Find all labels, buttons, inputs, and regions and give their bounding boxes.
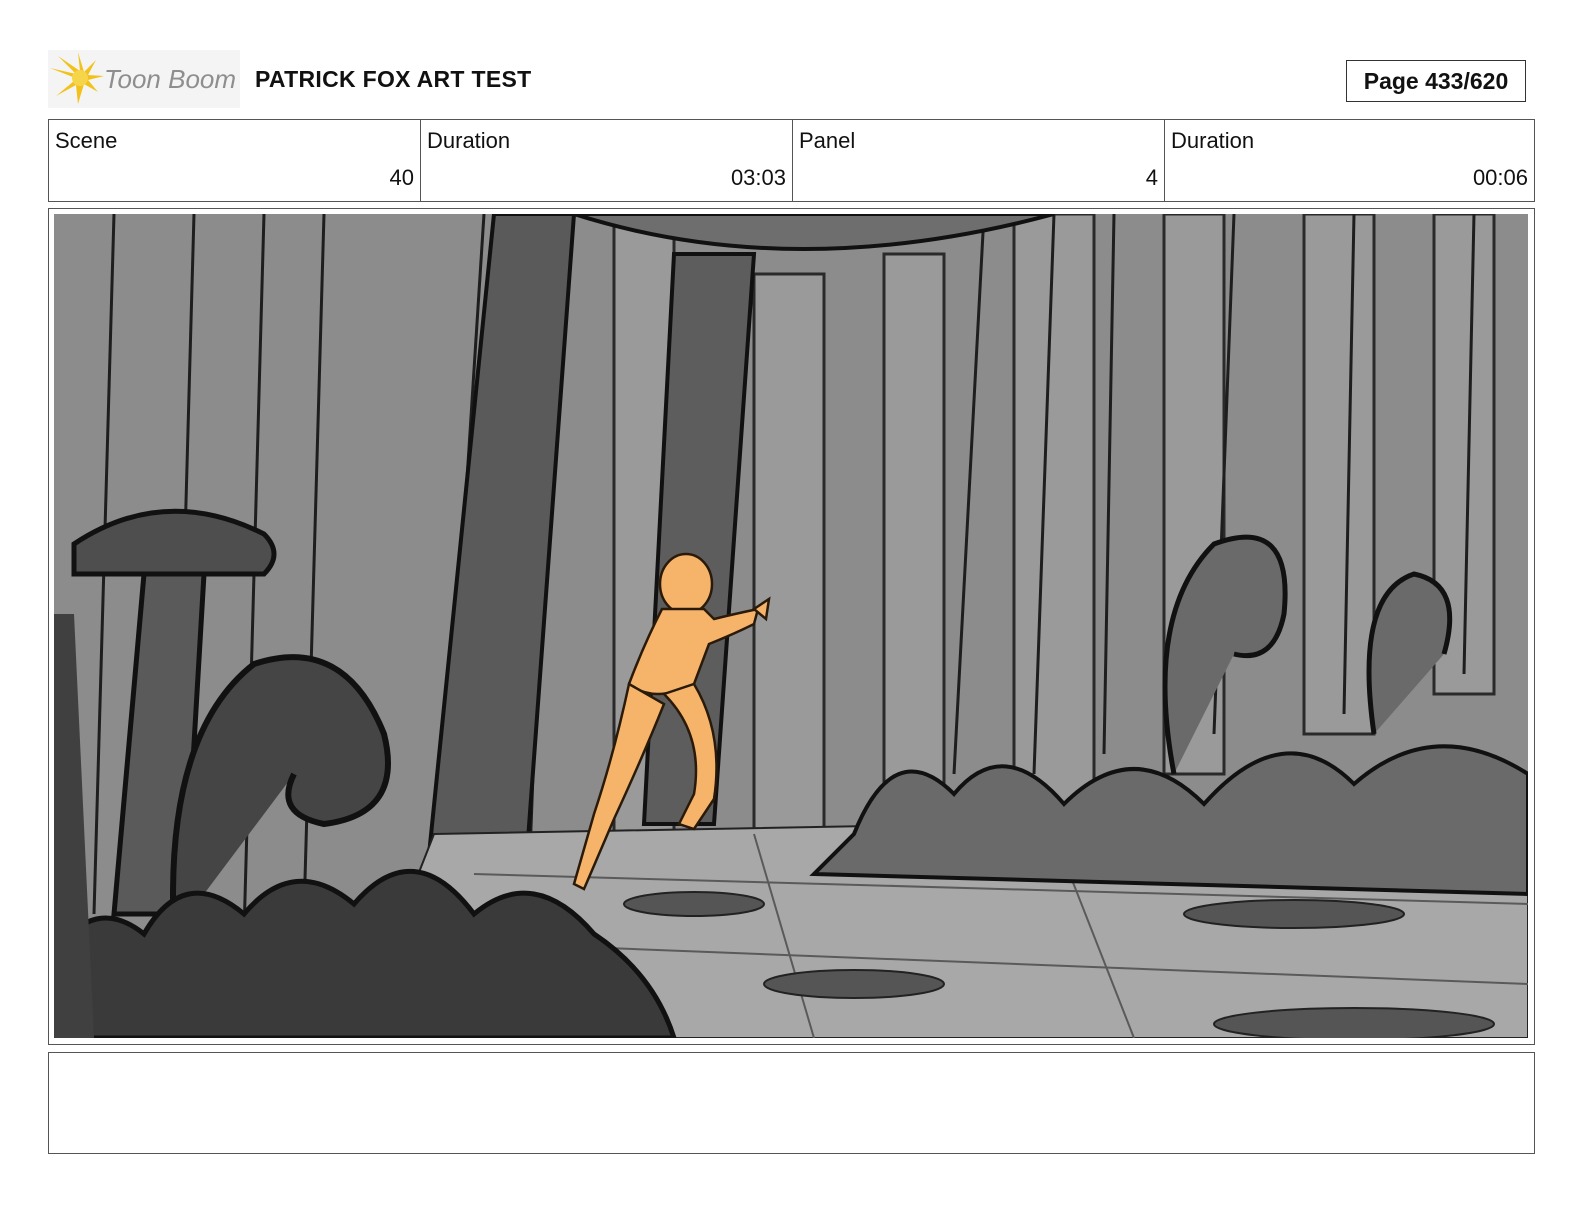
scene-info-table: Scene 40 Duration 03:03 Panel 4 Duration… — [48, 119, 1535, 202]
panel-value: 4 — [1145, 165, 1158, 190]
project-title: PATRICK FOX ART TEST — [255, 66, 532, 92]
panel-duration-cell: Duration 00:06 — [1165, 120, 1534, 201]
panel-duration-value: 00:06 — [1472, 165, 1528, 190]
logo-text: Toon Boom — [104, 64, 236, 94]
panel-cell: Panel 4 — [793, 120, 1165, 201]
forest-sketch-image — [54, 214, 1528, 1038]
toon-boom-logo: Toon Boom — [48, 50, 240, 108]
scene-value: 40 — [389, 165, 414, 190]
scene-duration-cell: Duration 03:03 — [421, 120, 793, 201]
panel-notes — [48, 1052, 1535, 1154]
storyboard-panel — [48, 208, 1535, 1045]
panel-label: Panel — [799, 128, 856, 153]
scene-cell: Scene 40 — [49, 120, 421, 201]
scene-duration-label: Duration — [427, 128, 511, 153]
scene-duration-value: 03:03 — [730, 165, 786, 190]
panel-duration-label: Duration — [1171, 128, 1255, 153]
page-number: Page 433/620 — [1346, 60, 1526, 102]
scene-label: Scene — [55, 128, 118, 153]
